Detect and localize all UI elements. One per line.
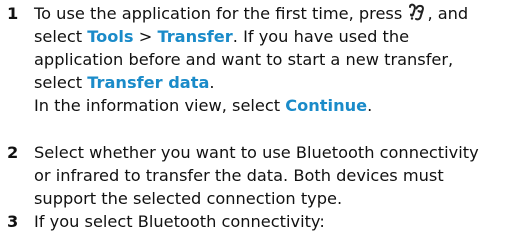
text-segment: , and [427, 4, 469, 23]
step-number: 1 [7, 4, 19, 23]
step-line: To use the application for the first tim… [34, 2, 526, 25]
text-segment: To use the application for the first tim… [34, 4, 408, 23]
ui-term-tools: Tools [87, 27, 134, 46]
step-body: To use the application for the first tim… [34, 2, 526, 117]
text-segment: . [367, 96, 373, 115]
text-segment: select [34, 27, 88, 46]
step-line: select Tools > Transfer. If you have use… [34, 25, 526, 48]
instruction-document: 1 To use the application for the first t… [0, 0, 529, 244]
step-number: 3 [7, 212, 19, 231]
ui-term-transfer-data: Transfer data [87, 73, 210, 92]
step-number: 2 [7, 143, 19, 162]
ui-term-continue: Continue [285, 96, 368, 115]
step-body: If you select Bluetooth connectivity: [34, 210, 526, 233]
step-line: or infrared to transfer the data. Both d… [34, 166, 444, 185]
text-segment: select [34, 73, 88, 92]
text-segment: In the information view, select [34, 96, 286, 115]
step-line: Select whether you want to use Bluetooth… [34, 143, 479, 162]
step-line: support the selected connection type. [34, 189, 343, 208]
step-line: If you select Bluetooth connectivity: [34, 212, 325, 231]
text-segment: . [209, 73, 215, 92]
step-line: select Transfer data. [34, 71, 526, 94]
menu-key-icon [409, 3, 425, 21]
step-body: Select whether you want to use Bluetooth… [34, 141, 526, 210]
ui-term-transfer: Transfer [157, 27, 233, 46]
text-segment: . If you have used the [232, 27, 410, 46]
step-line: In the information view, select Continue… [34, 94, 526, 117]
step-line: application before and want to start a n… [34, 50, 454, 69]
text-segment: > [133, 27, 158, 46]
